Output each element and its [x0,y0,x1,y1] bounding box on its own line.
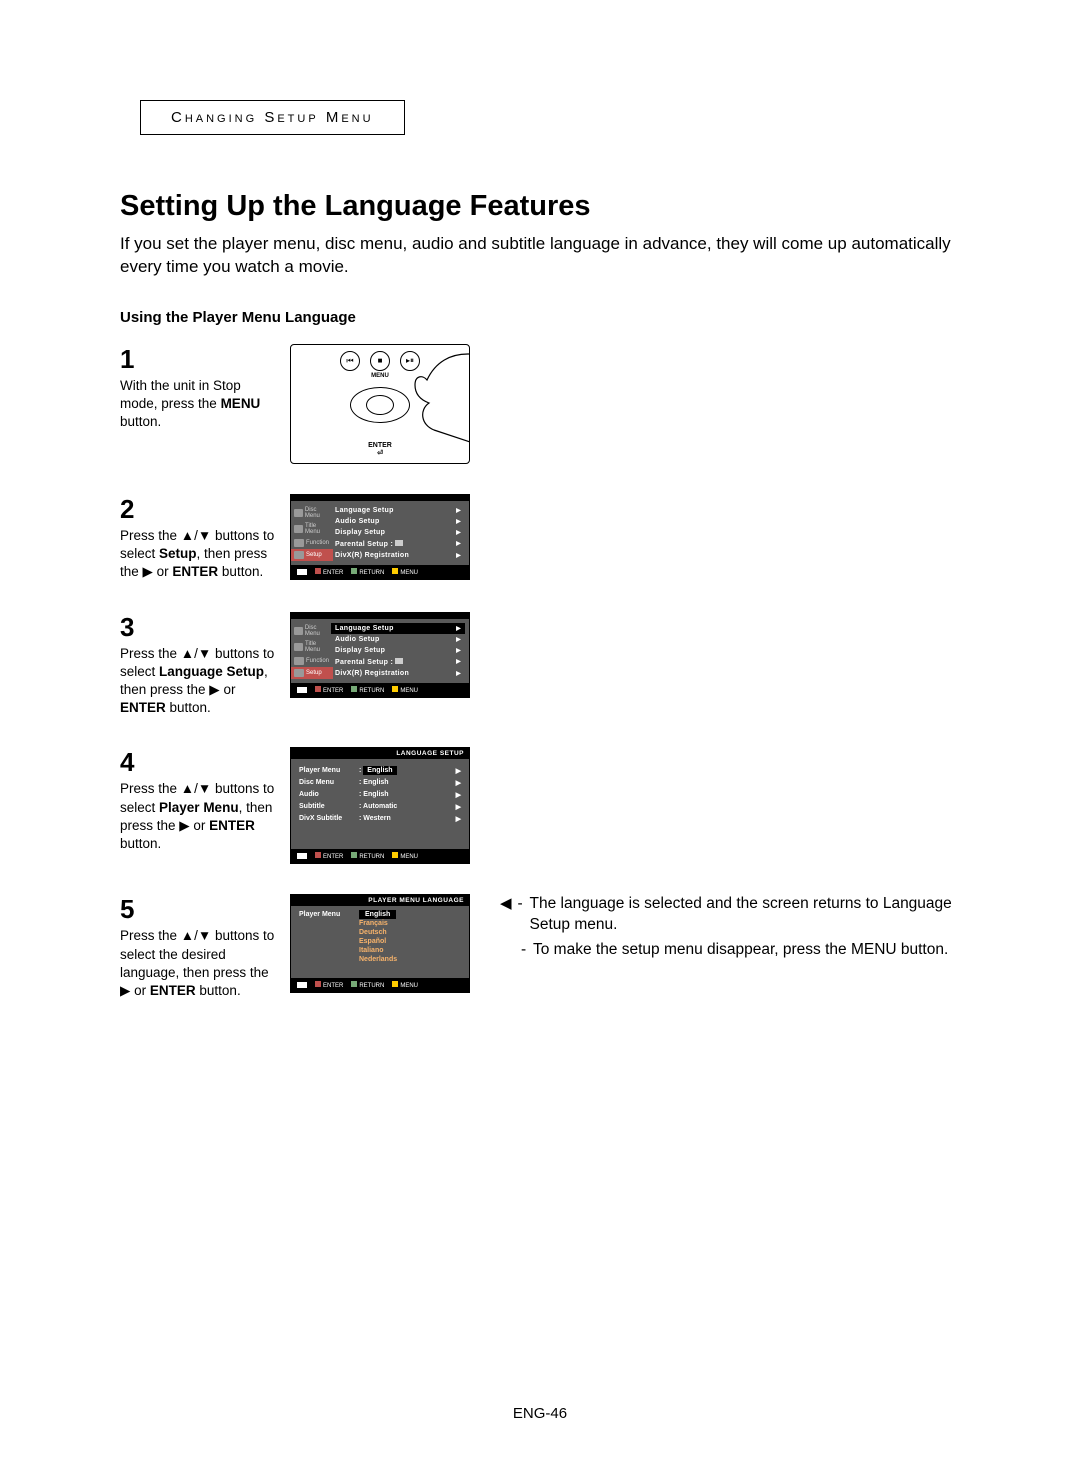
step-2-number: 2 [120,494,280,525]
nav-icon [297,982,307,988]
triangle-left-icon: ◀ [500,894,512,936]
remote-illustration: ⏮ ■ ▸⏸ MENU ENTER⏎ [290,344,470,464]
side-disc-menu: Disc Menu [291,623,333,639]
step-3: 3 Press the ▲/▼ buttons to select Langua… [120,612,960,718]
menu-parental-setup: Parental Setup : ▶ [333,656,463,668]
chevron-right-icon: ▶ [451,779,461,787]
note-1: The language is selected and the screen … [530,894,960,936]
menu-language-setup-selected: Language Setup▶ [331,623,465,634]
side-title-menu: Title Menu [291,639,333,655]
lang-option-francais: Français [291,919,469,928]
side-setup: Setup [291,667,333,679]
disc-icon [294,509,303,517]
chevron-right-icon: ▶ [456,658,461,665]
screen-player-menu-language: PLAYER MENU LANGUAGE Player MenuEnglish … [290,894,470,993]
chevron-right-icon: ▶ [451,767,461,775]
side-function: Function [291,655,333,667]
step-2: 2 Press the ▲/▼ buttons to select Setup,… [120,494,960,582]
chevron-right-icon: ▶ [456,552,461,559]
prev-icon: ⏮ [340,351,360,371]
step-5-notes: ◀ - The language is selected and the scr… [470,894,960,965]
lang-row-divx-subtitle: DivX Subtitle: Western▶ [299,813,461,825]
section-header-text: Changing Setup Menu [171,109,374,126]
step-1-number: 1 [120,344,280,375]
lang-row-subtitle: Subtitle: Automatic▶ [299,801,461,813]
step-4-text: Press the ▲/▼ buttons to select Player M… [120,780,280,853]
menu-audio-setup: Audio Setup▶ [333,634,463,645]
function-icon [294,539,304,547]
step-2-text: Press the ▲/▼ buttons to select Setup, t… [120,527,280,582]
title-icon [294,643,303,651]
gear-icon [294,551,304,559]
screen-title: PLAYER MENU LANGUAGE [291,895,469,906]
side-title-menu: Title Menu [291,521,333,537]
screen-setup-menu: Disc Menu Title Menu Function Setup Lang… [290,494,470,580]
screen-footer: ENTER RETURN MENU [291,565,469,579]
nav-icon [297,853,307,859]
hand-icon [379,345,470,464]
step-3-text: Press the ▲/▼ buttons to select Language… [120,645,280,718]
chevron-right-icon: ▶ [456,647,461,654]
note-2: To make the setup menu disappear, press … [533,940,948,961]
chevron-right-icon: ▶ [456,529,461,536]
menu-parental-setup: Parental Setup : ▶ [333,538,463,550]
lang-option-deutsch: Deutsch [291,928,469,937]
screen-footer: ENTER RETURN MENU [291,683,469,697]
chevron-right-icon: ▶ [451,791,461,799]
disc-icon [294,627,303,635]
menu-divx-reg: DivX(R) Registration▶ [333,668,463,679]
step-5-number: 5 [120,894,280,925]
lang-option-espanol: Español [291,937,469,946]
step-3-number: 3 [120,612,280,643]
screen-footer: ENTER RETURN MENU [291,849,469,863]
chevron-right-icon: ▶ [456,625,461,632]
menu-display-setup: Display Setup▶ [333,527,463,538]
nav-icon [297,687,307,693]
step-5: 5 Press the ▲/▼ buttons to select the de… [120,894,960,1000]
step-1: 1 With the unit in Stop mode, press the … [120,344,960,464]
menu-display-setup: Display Setup▶ [333,645,463,656]
lock-icon [395,658,403,664]
menu-audio-setup: Audio Setup▶ [333,516,463,527]
lang-option-nederlands: Nederlands [291,955,469,964]
step-1-text: With the unit in Stop mode, press the ME… [120,377,280,432]
step-5-text: Press the ▲/▼ buttons to select the desi… [120,927,280,1000]
nav-icon [297,569,307,575]
section-header: Changing Setup Menu [140,100,405,135]
step-4-number: 4 [120,747,280,778]
step-4: 4 Press the ▲/▼ buttons to select Player… [120,747,960,864]
intro-text: If you set the player menu, disc menu, a… [120,233,960,279]
chevron-right-icon: ▶ [456,636,461,643]
lang-option-italiano: Italiano [291,946,469,955]
menu-divx-reg: DivX(R) Registration▶ [333,550,463,561]
lang-row-disc-menu: Disc Menu: English▶ [299,777,461,789]
chevron-right-icon: ▶ [451,815,461,823]
screen-footer: ENTER RETURN MENU [291,978,469,992]
lang-option-english: Player MenuEnglish [291,910,469,919]
chevron-right-icon: ▶ [456,518,461,525]
side-setup: Setup [291,549,333,561]
screen-title: LANGUAGE SETUP [291,748,469,759]
lang-row-player-menu: Player Menu: English▶ [299,765,461,777]
side-function: Function [291,537,333,549]
screen-language-setup-list: LANGUAGE SETUP Player Menu: English▶ Dis… [290,747,470,864]
page-number: ENG-46 [0,1405,1080,1422]
menu-language-setup: Language Setup▶ [333,505,463,516]
chevron-right-icon: ▶ [456,507,461,514]
chevron-right-icon: ▶ [456,670,461,677]
title-icon [294,525,303,533]
chevron-right-icon: ▶ [456,540,461,547]
screen-language-setup-highlighted: Disc Menu Title Menu Function Setup Lang… [290,612,470,698]
lock-icon [395,540,403,546]
page-title: Setting Up the Language Features [120,190,960,223]
gear-icon [294,669,304,677]
chevron-right-icon: ▶ [451,803,461,811]
subheading: Using the Player Menu Language [120,309,960,326]
side-disc-menu: Disc Menu [291,505,333,521]
function-icon [294,657,304,665]
lang-row-audio: Audio: English▶ [299,789,461,801]
